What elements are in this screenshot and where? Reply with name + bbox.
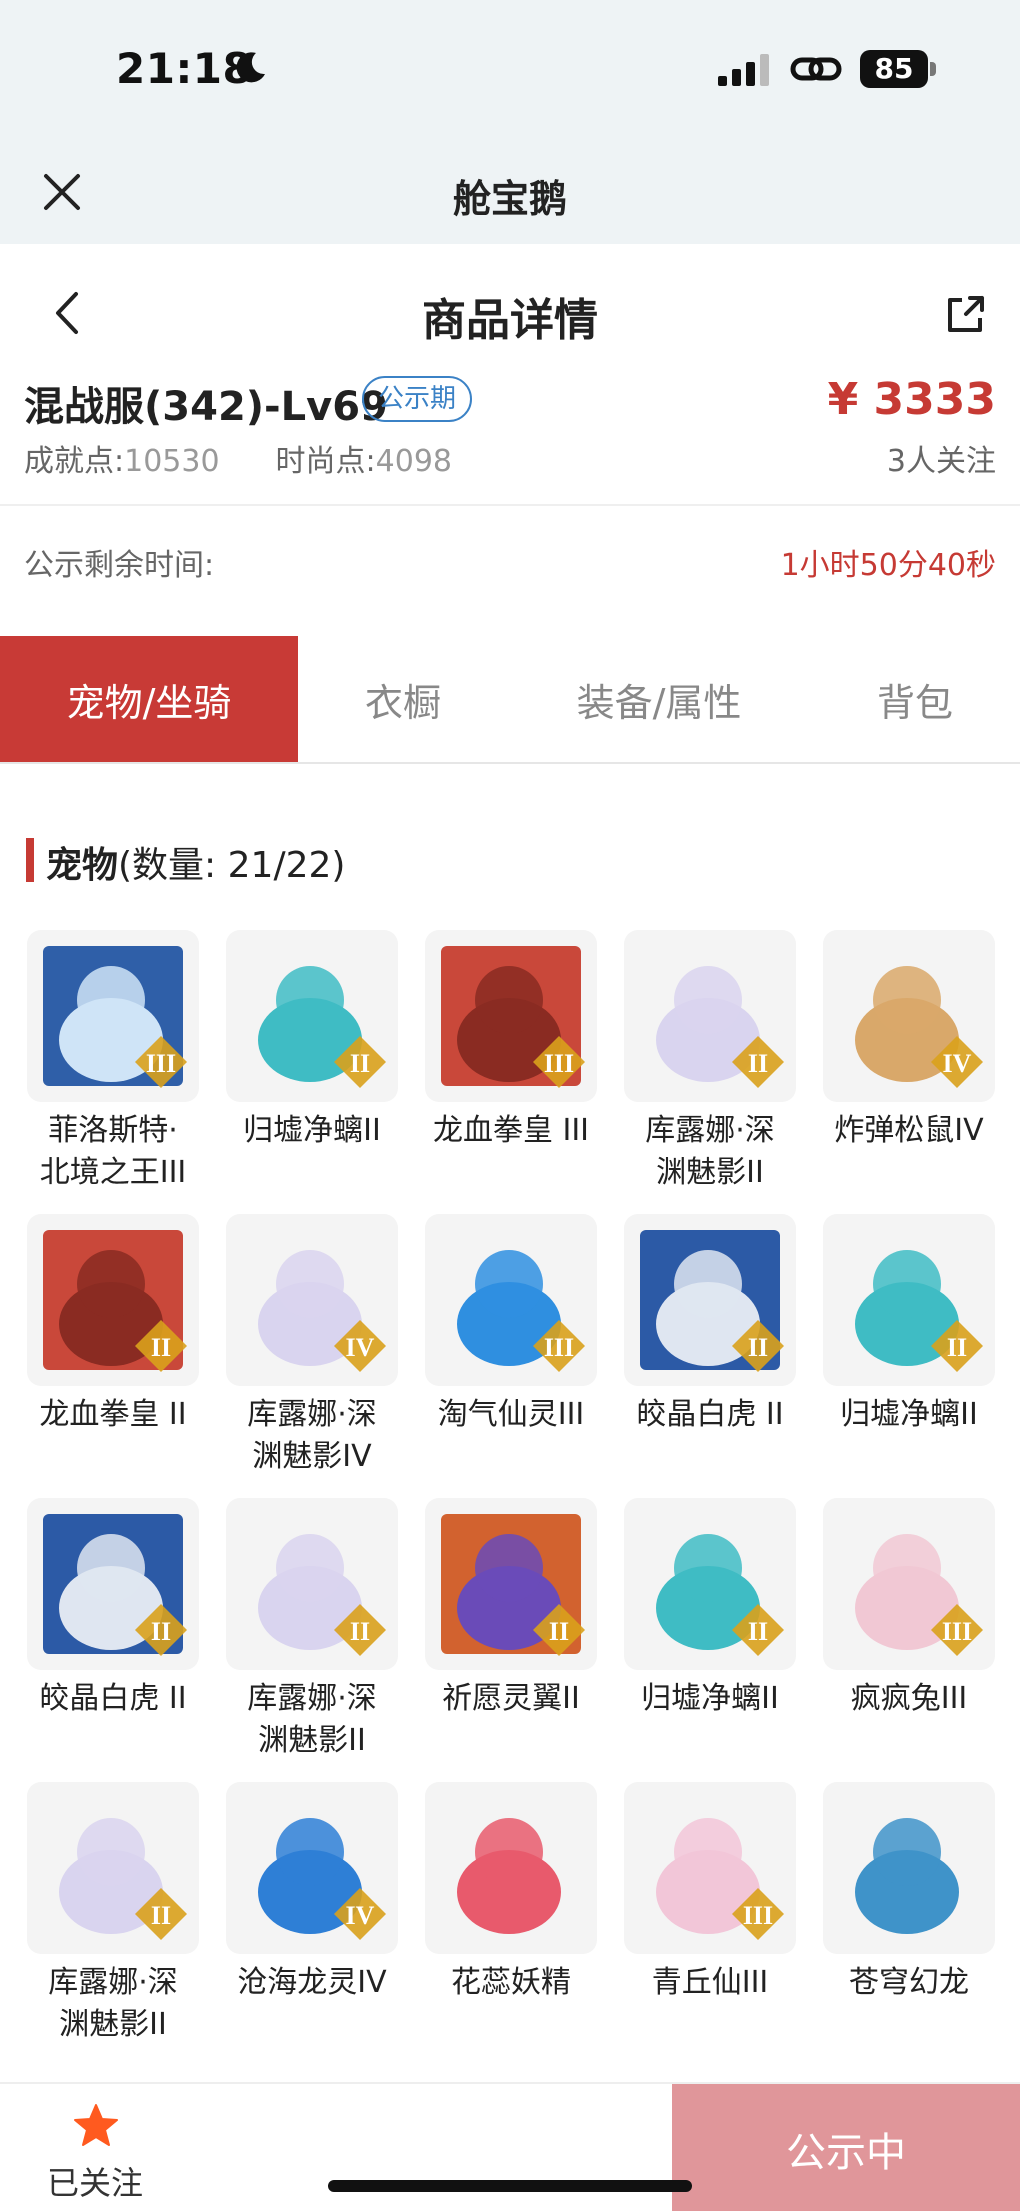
pet-name: 库露娜·深 渊魅影II: [48, 1965, 178, 2042]
pet-portrait: III: [425, 930, 597, 1102]
pet-portrait: [425, 1782, 597, 1954]
white-tiger-icon: II: [640, 1230, 784, 1372]
white-tiger-icon: II: [43, 1514, 187, 1656]
sea-dragon-boy-icon: IV: [242, 1798, 386, 1940]
pet-name: 库露娜·深 渊魅影II: [247, 1681, 377, 1758]
pet-portrait: II: [27, 1498, 199, 1670]
tier-badge: II: [151, 1901, 171, 1930]
home-indicator: [328, 2180, 692, 2192]
squirrel-icon: IV: [839, 946, 983, 1088]
tier-badge: III: [743, 1901, 773, 1930]
tier-badge: IV: [346, 1333, 375, 1362]
pet-portrait: III: [624, 1782, 796, 1954]
pet-name: 归墟净螭II: [641, 1681, 779, 1716]
tier-badge: II: [947, 1333, 967, 1362]
tier-badge: II: [151, 1617, 171, 1646]
pet-portrait: III: [823, 1498, 995, 1670]
pet-name: 疯疯兔III: [850, 1681, 968, 1716]
star-icon: [74, 2104, 118, 2146]
tier-badge: IV: [346, 1901, 375, 1930]
follow-button[interactable]: 已关注: [0, 2084, 190, 2211]
pet-portrait: II: [425, 1498, 597, 1670]
pet-name: 库露娜·深 渊魅影IV: [247, 1397, 377, 1474]
pet-name: 龙血拳皇 II: [39, 1397, 187, 1432]
jade-dragon-icon: II: [640, 1514, 784, 1656]
pet-portrait: IV: [226, 1214, 398, 1386]
fire-bird-icon: II: [441, 1514, 585, 1656]
pet-name: 归墟净螭II: [840, 1397, 978, 1432]
pet-portrait: II: [624, 1498, 796, 1670]
tier-badge: III: [544, 1049, 574, 1078]
ram-beast-icon: II: [43, 1230, 187, 1372]
abyss-girl-icon: IV: [242, 1230, 386, 1372]
tier-badge: II: [350, 1049, 370, 1078]
publicity-status-button[interactable]: 公示中: [672, 2084, 1020, 2211]
pet-name: 皎晶白虎 II: [39, 1681, 187, 1716]
pet-portrait: II: [624, 930, 796, 1102]
pet-name: 青丘仙III: [651, 1965, 769, 2000]
tier-badge: III: [146, 1049, 176, 1078]
pink-rabbit-icon: III: [839, 1514, 983, 1656]
frost-king-icon: III: [43, 946, 187, 1088]
pet-portrait: [823, 1782, 995, 1954]
pet-name: 沧海龙灵IV: [237, 1965, 387, 2000]
pet-name: 苍穹幻龙: [849, 1965, 969, 2000]
tier-badge: II: [151, 1333, 171, 1362]
abyss-girl-icon: II: [640, 946, 784, 1088]
pet-name: 祈愿灵翼II: [442, 1681, 580, 1716]
pet-grid: III 菲洛斯特· 北境之王III II 归墟净螭II III 龙血拳皇 III II 库露娜·…: [0, 0, 1020, 2090]
pet-name: 龙血拳皇 III: [432, 1113, 590, 1148]
tier-badge: III: [544, 1333, 574, 1362]
ram-beast-icon: III: [441, 946, 585, 1088]
blue-pup-icon: III: [441, 1230, 585, 1372]
abyss-girl-icon: II: [43, 1798, 187, 1940]
tier-badge: IV: [943, 1049, 972, 1078]
pet-portrait: III: [425, 1214, 597, 1386]
pet-name: 归墟净螭II: [243, 1113, 381, 1148]
pet-name: 花蕊妖精: [451, 1965, 571, 2000]
sky-dragon-icon: [839, 1798, 979, 1938]
pet-portrait: IV: [226, 1782, 398, 1954]
pet-portrait: III: [27, 930, 199, 1102]
pet-portrait: IV: [823, 930, 995, 1102]
pet-name: 炸弹松鼠IV: [834, 1113, 984, 1148]
pet-portrait: II: [823, 1214, 995, 1386]
pet-name: 淘气仙灵III: [437, 1397, 585, 1432]
tier-badge: II: [748, 1617, 768, 1646]
tier-badge: II: [748, 1049, 768, 1078]
pet-name: 菲洛斯特· 北境之王III: [39, 1113, 187, 1190]
tier-badge: III: [942, 1617, 972, 1646]
flower-fairy-icon: [441, 1798, 581, 1938]
pet-portrait: II: [27, 1214, 199, 1386]
tier-badge: II: [350, 1617, 370, 1646]
pet-portrait: II: [226, 930, 398, 1102]
follow-label: 已关注: [46, 2164, 143, 2202]
pet-portrait: II: [226, 1498, 398, 1670]
pet-portrait: II: [27, 1782, 199, 1954]
tier-badge: II: [549, 1617, 569, 1646]
pet-name: 库露娜·深 渊魅影II: [645, 1113, 775, 1190]
pet-name: 皎晶白虎 II: [636, 1397, 784, 1432]
fox-fairy-icon: III: [640, 1798, 784, 1940]
abyss-girl-icon: II: [242, 1514, 386, 1656]
jade-dragon-icon: II: [242, 946, 386, 1088]
pet-portrait: II: [624, 1214, 796, 1386]
tier-badge: II: [748, 1333, 768, 1362]
jade-dragon-icon: II: [839, 1230, 983, 1372]
